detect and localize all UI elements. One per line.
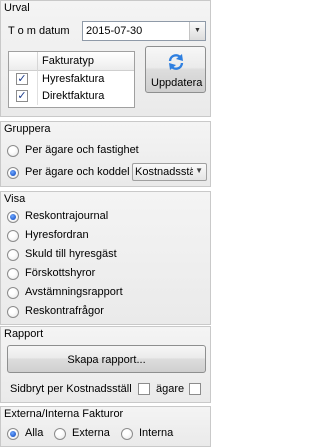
create-report-button[interactable]: Skapa rapport... (7, 345, 206, 373)
direktfaktura-checkbox[interactable]: ✓ (16, 90, 28, 102)
gruppera-panel: Gruppera Per ägare och fastighet Per äga… (0, 121, 211, 187)
visa-hyresfordran-radio[interactable] (7, 230, 19, 242)
visa-skuld-radio[interactable] (7, 249, 19, 261)
fakturor-externa-radio[interactable] (54, 428, 66, 440)
grid-header-label: Fakturatyp (42, 55, 94, 67)
fakturor-interna-radio[interactable] (121, 428, 133, 440)
gruppera-title: Gruppera (4, 123, 51, 135)
fakturor-alla-radio[interactable] (7, 428, 19, 440)
tom-datum-label: T o m datum (8, 25, 70, 37)
tom-datum-value: 2015-07-30 (86, 25, 143, 37)
agare-label: ägare (156, 383, 185, 395)
sidbryt-checkbox[interactable] (138, 383, 150, 395)
agare-checkbox[interactable] (189, 383, 201, 395)
visa-reskontrafragor-radio[interactable] (7, 306, 19, 318)
chevron-down-icon[interactable]: ▼ (189, 22, 205, 40)
refresh-arrows-icon (168, 54, 184, 70)
fakturor-title: Externa/Interna Fakturor (4, 408, 124, 420)
visa-avstamning-radio[interactable] (7, 287, 19, 299)
gruppera-fastighet-label[interactable]: Per ägare och fastighet (25, 144, 139, 156)
koddel-select-value: Kostnadsställe (135, 166, 193, 178)
create-report-button-label: Skapa rapport... (67, 354, 146, 366)
visa-reskontrajournal-label[interactable]: Reskontrajournal (25, 210, 108, 222)
table-row[interactable]: ✓ Hyresfaktura (9, 71, 134, 88)
visa-forskottshyror-label[interactable]: Förskottshyror (25, 267, 95, 279)
urval-title: Urval (4, 2, 30, 14)
urval-panel: Urval T o m datum 2015-07-30 ▼ Fakturaty… (0, 0, 211, 117)
fakturor-alla-label[interactable]: Alla (25, 427, 43, 439)
koddel-select[interactable]: Kostnadsställe ▼ (132, 163, 207, 181)
tom-datum-field[interactable]: 2015-07-30 ▼ (82, 21, 206, 41)
gruppera-fastighet-radio[interactable] (7, 145, 19, 157)
fakturor-panel: Externa/Interna Fakturor Alla Externa In… (0, 406, 211, 447)
visa-reskontrajournal-radio[interactable] (7, 211, 19, 223)
sidbryt-label: Sidbryt per Kostnadsställ (10, 383, 132, 395)
visa-panel: Visa Reskontrajournal Hyresfordran Skuld… (0, 191, 211, 325)
fakturatyp-grid: Fakturatyp ✓ Hyresfaktura ✓ Direktfaktur… (8, 51, 135, 108)
rapport-title: Rapport (4, 328, 44, 340)
visa-forskottshyror-radio[interactable] (7, 268, 19, 280)
table-row[interactable]: ✓ Direktfaktura (9, 88, 134, 105)
visa-avstamning-label[interactable]: Avstämningsrapport (25, 286, 123, 298)
hyresfaktura-checkbox[interactable]: ✓ (16, 73, 28, 85)
chevron-down-icon[interactable]: ▼ (195, 166, 203, 175)
fakturor-interna-label[interactable]: Interna (139, 427, 173, 439)
update-button-label: Uppdatera (151, 77, 203, 89)
hyresfaktura-label: Hyresfaktura (42, 73, 105, 85)
gruppera-koddel-label[interactable]: Per ägare och koddel (25, 166, 130, 178)
visa-hyresfordran-label[interactable]: Hyresfordran (25, 229, 89, 241)
visa-reskontrafragor-label[interactable]: Reskontrafrågor (25, 305, 104, 317)
grid-header: Fakturatyp (9, 52, 134, 71)
rapport-panel: Rapport Skapa rapport... Sidbryt per Kos… (0, 326, 211, 403)
direktfaktura-label: Direktfaktura (42, 90, 105, 102)
visa-title: Visa (4, 193, 26, 205)
visa-skuld-label[interactable]: Skuld till hyresgäst (25, 248, 117, 260)
gruppera-koddel-radio[interactable] (7, 167, 19, 179)
update-button[interactable]: Uppdatera (145, 46, 206, 93)
fakturor-externa-label[interactable]: Externa (72, 427, 110, 439)
